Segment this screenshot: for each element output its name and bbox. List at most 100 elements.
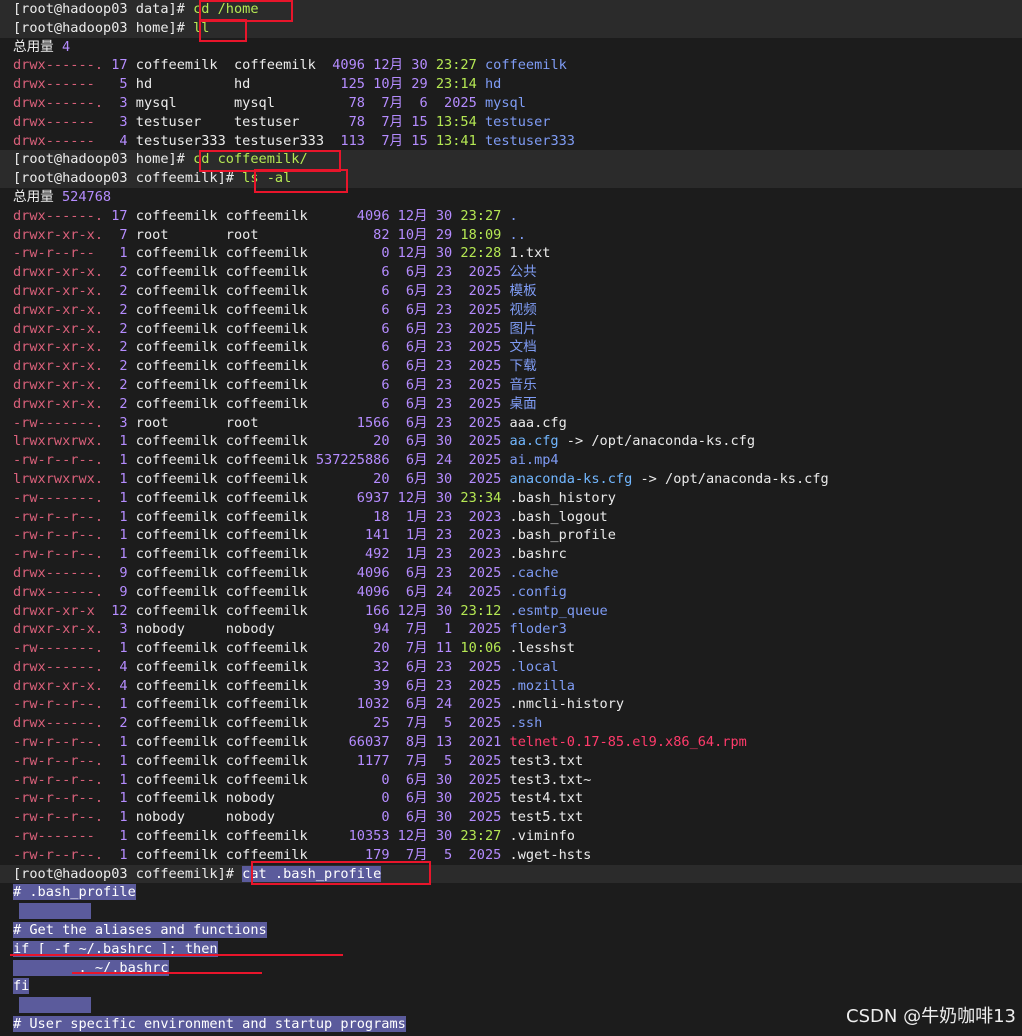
link-count: 1 [103, 489, 128, 506]
owner: coffeemilk [127, 640, 218, 657]
link-count: 4 [103, 677, 128, 694]
day: 23 [427, 358, 453, 375]
day: 23 [427, 301, 453, 318]
permissions: drwxr-xr-x [13, 602, 104, 619]
link-count: 17 [103, 207, 128, 224]
command-text: cat .bash_profile [242, 865, 382, 882]
day: 23 [427, 564, 453, 581]
owner: hd [127, 76, 226, 93]
time: 22:28 [452, 245, 502, 262]
time: 2025 [427, 94, 477, 111]
owner: coffeemilk [127, 395, 218, 412]
ls-row: -rw-r--r--. 1 coffeemilk coffeemilk 1177… [0, 752, 1022, 771]
file-name: anaconda-ks.cfg [501, 470, 633, 487]
permissions: drwx------ [13, 132, 104, 149]
permissions: drwxr-xr-x. [13, 339, 104, 356]
selection-block [19, 903, 91, 920]
month: 6月 [389, 282, 428, 299]
day: 5 [427, 752, 453, 769]
day: 23 [427, 546, 453, 563]
prompt-text: [root@hadoop03 coffeemilk]# [13, 170, 243, 187]
permissions: drwxr-xr-x. [13, 677, 104, 694]
file-size: 6937 [307, 489, 390, 506]
link-count: 1 [103, 452, 128, 469]
month: 7月 [364, 94, 404, 111]
permissions: drwxr-xr-x. [13, 301, 104, 318]
prompt-text: [root@hadoop03 data]# [13, 1, 194, 17]
file-name: .local [501, 658, 559, 675]
file-name: test3.txt~ [501, 771, 592, 788]
link-count: 4 [103, 658, 128, 675]
file-size: 113 [324, 132, 365, 149]
day: 15 [403, 113, 428, 130]
owner: coffeemilk [127, 828, 218, 845]
owner: coffeemilk [127, 320, 218, 337]
month: 6月 [389, 696, 428, 713]
file-name: 文档 [501, 339, 537, 356]
group: coffeemilk [217, 734, 308, 751]
owner: coffeemilk [127, 715, 218, 732]
month: 12月 [389, 602, 428, 619]
permissions: -rw-------. [13, 489, 104, 506]
day: 5 [427, 715, 453, 732]
file-name: .mozilla [501, 677, 576, 694]
link-count: 1 [103, 245, 128, 262]
link-count: 1 [103, 771, 128, 788]
file-size: 141 [307, 527, 390, 544]
file-name: test4.txt [501, 790, 584, 807]
ls-row: drwxr-xr-x. 2 coffeemilk coffeemilk 6 6月… [0, 320, 1022, 339]
ls-row: drwxr-xr-x 12 coffeemilk coffeemilk 166 … [0, 602, 1022, 621]
day: 23 [427, 320, 453, 337]
ls-row: drwxr-xr-x. 2 coffeemilk coffeemilk 6 6月… [0, 282, 1022, 301]
ls-row: lrwxrwxrwx. 1 coffeemilk coffeemilk 20 6… [0, 470, 1022, 489]
permissions: -rw-r--r--. [13, 696, 104, 713]
home-row: drwx------. 3 mysql mysql 78 7月 6 2025 m… [0, 94, 1022, 113]
day: 30 [427, 207, 453, 224]
month: 7月 [364, 113, 404, 130]
link-count: 7 [103, 226, 128, 243]
time: 2025 [452, 846, 502, 863]
file-size: 25 [307, 715, 390, 732]
group: coffeemilk [217, 583, 308, 600]
group: nobody [217, 790, 308, 807]
file-line-text: # Get the aliases and functions [13, 922, 267, 939]
group: root [217, 414, 308, 431]
owner: coffeemilk [127, 358, 218, 375]
file-name: 模板 [501, 282, 537, 299]
day: 23 [427, 264, 453, 281]
month: 6月 [389, 564, 428, 581]
link-count: 1 [103, 433, 128, 450]
ls-row: -rw-r--r--. 1 coffeemilk coffeemilk 6603… [0, 733, 1022, 752]
day: 1 [427, 621, 453, 638]
month: 6月 [389, 358, 428, 375]
file-size: 20 [307, 640, 390, 657]
ls-row: drwxr-xr-x. 3 nobody nobody 94 7月 1 2025… [0, 620, 1022, 639]
file-name: .ssh [501, 715, 543, 732]
file-size: 492 [307, 546, 390, 563]
month: 6月 [389, 301, 428, 318]
owner: coffeemilk [127, 489, 218, 506]
time: 23:27 [452, 207, 502, 224]
terminal-output[interactable]: [root@hadoop03 data]# cd /home [root@had… [0, 0, 1022, 1034]
file-name: .. [501, 226, 526, 243]
time: 2025 [452, 715, 502, 732]
ls-row: drwx------. 4 coffeemilk coffeemilk 32 6… [0, 658, 1022, 677]
command-text: ls -al [242, 170, 292, 187]
file-name: .esmtp_queue [501, 602, 608, 619]
link-count: 9 [103, 564, 128, 581]
ls-row: -rw-r--r--. 1 coffeemilk coffeemilk 0 6月… [0, 771, 1022, 790]
permissions: -rw-r--r--. [13, 508, 104, 525]
file-name: testuser333 [476, 132, 575, 149]
ls-row: drwxr-xr-x. 2 coffeemilk coffeemilk 6 6月… [0, 376, 1022, 395]
owner: nobody [127, 809, 218, 826]
time: 23:34 [452, 489, 502, 506]
link-count: 9 [103, 583, 128, 600]
link-count: 2 [103, 320, 128, 337]
time: 23:14 [427, 76, 477, 93]
owner: root [127, 414, 218, 431]
owner: coffeemilk [127, 207, 218, 224]
group: testuser [225, 113, 325, 130]
file-name: testuser [476, 113, 551, 130]
ls-row: -rw-r--r--. 1 coffeemilk coffeemilk 492 … [0, 545, 1022, 564]
total-value: 524768 [61, 188, 112, 205]
